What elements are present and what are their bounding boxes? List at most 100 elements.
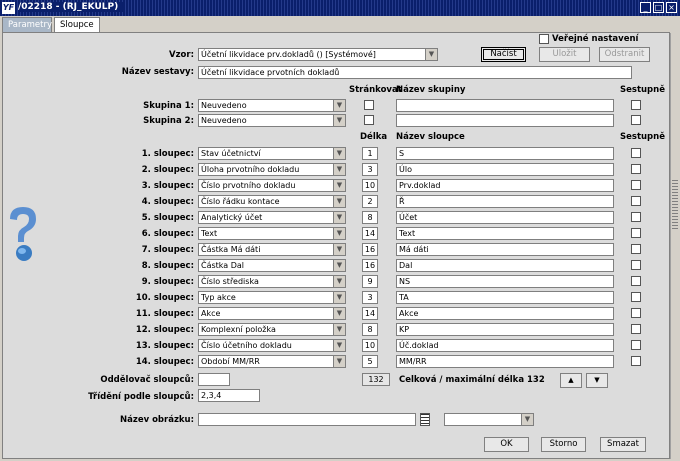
column-desc-checkbox[interactable] <box>631 244 641 254</box>
group-select[interactable]: Neuvedeno ▼ <box>198 114 346 127</box>
ok-button[interactable]: OK <box>484 437 529 452</box>
chevron-down-icon[interactable]: ▼ <box>333 196 345 207</box>
close-button[interactable]: × <box>666 2 677 13</box>
column-select[interactable]: Úloha prvotního dokladu ▼ <box>198 163 346 176</box>
image-select[interactable]: ▼ <box>444 413 534 426</box>
column-length-input[interactable]: 14 <box>362 227 378 240</box>
column-length-input[interactable]: 10 <box>362 339 378 352</box>
chevron-down-icon[interactable]: ▼ <box>333 228 345 239</box>
column-desc-checkbox[interactable] <box>631 196 641 206</box>
column-desc-checkbox[interactable] <box>631 148 641 158</box>
column-name-input[interactable]: Má dáti <box>396 243 614 256</box>
column-name-input[interactable]: Akce <box>396 307 614 320</box>
chevron-down-icon[interactable]: ▼ <box>425 49 437 60</box>
column-select[interactable]: Typ akce ▼ <box>198 291 346 304</box>
column-name-input[interactable]: NS <box>396 275 614 288</box>
column-desc-checkbox[interactable] <box>631 308 641 318</box>
column-desc-checkbox[interactable] <box>631 324 641 334</box>
group-paging-checkbox[interactable] <box>364 100 374 110</box>
load-button[interactable]: Načíst <box>481 47 526 62</box>
column-select[interactable]: Období MM/RR ▼ <box>198 355 346 368</box>
column-desc-checkbox[interactable] <box>631 228 641 238</box>
vertical-scrollbar[interactable] <box>670 33 680 459</box>
column-length-input[interactable]: 5 <box>362 355 378 368</box>
column-select[interactable]: Číslo střediska ▼ <box>198 275 346 288</box>
move-up-button[interactable]: ▲ <box>560 373 582 388</box>
public-setting-checkbox[interactable] <box>539 34 549 44</box>
group-paging-checkbox[interactable] <box>364 115 374 125</box>
column-length-input[interactable]: 14 <box>362 307 378 320</box>
list-icon[interactable] <box>420 413 430 426</box>
column-name-input[interactable]: Účet <box>396 211 614 224</box>
column-name-input[interactable]: Dal <box>396 259 614 272</box>
column-desc-checkbox[interactable] <box>631 260 641 270</box>
chevron-down-icon[interactable]: ▼ <box>333 340 345 351</box>
chevron-down-icon[interactable]: ▼ <box>333 100 345 111</box>
group-select[interactable]: Neuvedeno ▼ <box>198 99 346 112</box>
chevron-down-icon[interactable]: ▼ <box>333 212 345 223</box>
group-desc-checkbox[interactable] <box>631 115 641 125</box>
save-button[interactable]: Uložit <box>539 47 590 62</box>
tab-parametry[interactable]: Parametry <box>2 17 52 32</box>
column-select[interactable]: Stav účetnictví ▼ <box>198 147 346 160</box>
column-length-input[interactable]: 3 <box>362 291 378 304</box>
column-select[interactable]: Akce ▼ <box>198 307 346 320</box>
separator-input[interactable] <box>198 373 230 386</box>
clear-button[interactable]: Smazat <box>600 437 646 452</box>
column-select[interactable]: Částka Dal ▼ <box>198 259 346 272</box>
column-name-input[interactable]: S <box>396 147 614 160</box>
chevron-down-icon[interactable]: ▼ <box>521 414 533 425</box>
delete-template-button[interactable]: Odstranit <box>599 47 650 62</box>
column-length-input[interactable]: 3 <box>362 163 378 176</box>
column-select[interactable]: Text ▼ <box>198 227 346 240</box>
column-length-input[interactable]: 9 <box>362 275 378 288</box>
vzor-select[interactable]: Účetní likvidace prv.dokladů () [Systémo… <box>198 48 438 61</box>
column-name-input[interactable]: Úč.doklad <box>396 339 614 352</box>
column-length-input[interactable]: 16 <box>362 259 378 272</box>
column-name-input[interactable]: TA <box>396 291 614 304</box>
column-desc-checkbox[interactable] <box>631 276 641 286</box>
chevron-down-icon[interactable]: ▼ <box>333 180 345 191</box>
group-name-input[interactable] <box>396 114 614 127</box>
chevron-down-icon[interactable]: ▼ <box>333 308 345 319</box>
column-length-input[interactable]: 16 <box>362 243 378 256</box>
chevron-down-icon[interactable]: ▼ <box>333 148 345 159</box>
tab-sloupce[interactable]: Sloupce <box>54 17 100 33</box>
group-name-input[interactable] <box>396 99 614 112</box>
column-length-input[interactable]: 2 <box>362 195 378 208</box>
image-name-input[interactable] <box>198 413 416 426</box>
chevron-down-icon[interactable]: ▼ <box>333 164 345 175</box>
column-select[interactable]: Číslo účetního dokladu ▼ <box>198 339 346 352</box>
column-select[interactable]: Komplexní položka ▼ <box>198 323 346 336</box>
app-icon[interactable]: YF <box>2 2 15 14</box>
chevron-down-icon[interactable]: ▼ <box>333 356 345 367</box>
column-name-input[interactable]: MM/RR <box>396 355 614 368</box>
column-name-input[interactable]: KP <box>396 323 614 336</box>
column-name-input[interactable]: Prv.doklad <box>396 179 614 192</box>
column-name-input[interactable]: Úlo <box>396 163 614 176</box>
column-name-input[interactable]: Ř <box>396 195 614 208</box>
chevron-down-icon[interactable]: ▼ <box>333 244 345 255</box>
column-length-input[interactable]: 10 <box>362 179 378 192</box>
chevron-down-icon[interactable]: ▼ <box>333 115 345 126</box>
move-down-button[interactable]: ▼ <box>586 373 608 388</box>
column-desc-checkbox[interactable] <box>631 340 641 350</box>
column-select[interactable]: Číslo řádku kontace ▼ <box>198 195 346 208</box>
report-name-input[interactable]: Účetní likvidace prvotních dokladů <box>198 66 632 79</box>
sort-input[interactable]: 2,3,4 <box>198 389 260 402</box>
column-desc-checkbox[interactable] <box>631 164 641 174</box>
column-desc-checkbox[interactable] <box>631 356 641 366</box>
group-desc-checkbox[interactable] <box>631 100 641 110</box>
column-desc-checkbox[interactable] <box>631 212 641 222</box>
chevron-down-icon[interactable]: ▼ <box>333 324 345 335</box>
column-select[interactable]: Částka Má dáti ▼ <box>198 243 346 256</box>
chevron-down-icon[interactable]: ▼ <box>333 292 345 303</box>
column-select[interactable]: Analytický účet ▼ <box>198 211 346 224</box>
chevron-down-icon[interactable]: ▼ <box>333 260 345 271</box>
column-length-input[interactable]: 8 <box>362 211 378 224</box>
column-name-input[interactable]: Text <box>396 227 614 240</box>
cancel-button[interactable]: Storno <box>541 437 586 452</box>
column-desc-checkbox[interactable] <box>631 292 641 302</box>
scroll-grip[interactable] <box>672 180 678 230</box>
column-length-input[interactable]: 1 <box>362 147 378 160</box>
